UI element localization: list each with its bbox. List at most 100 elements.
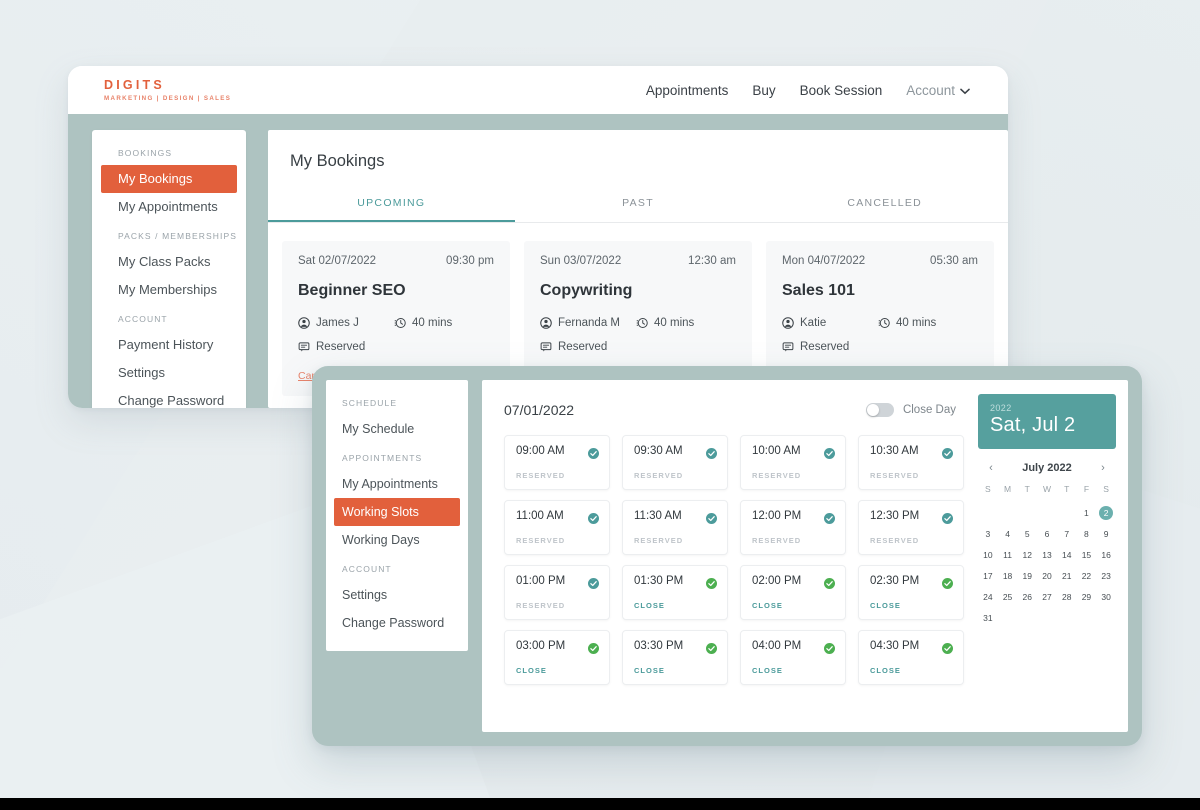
- calendar-day-cell[interactable]: 10: [978, 548, 998, 562]
- time-slot-state: RESERVED: [634, 536, 684, 545]
- time-slot-time: 02:00 PM: [752, 575, 802, 587]
- sidebar-item-change-password[interactable]: Change Password: [326, 609, 468, 637]
- calendar-day-cell[interactable]: 1: [1077, 506, 1097, 520]
- time-slot[interactable]: 09:00 AM RESERVED: [504, 435, 610, 490]
- sidebar-item-my-schedule[interactable]: My Schedule: [326, 415, 468, 443]
- sidebar-item-my-memberships[interactable]: My Memberships: [92, 276, 246, 304]
- time-slot-state[interactable]: CLOSE: [870, 666, 953, 675]
- calendar-day-cell[interactable]: 9: [1096, 527, 1116, 541]
- prev-month-icon[interactable]: ‹: [984, 462, 998, 474]
- calendar-day-cell[interactable]: 2: [1099, 506, 1114, 520]
- time-slot-state[interactable]: CLOSE: [634, 666, 717, 675]
- brand-logo[interactable]: DIGITS MARKETING | DESIGN | SALES: [68, 78, 231, 102]
- time-slot[interactable]: 12:00 PM RESERVED: [740, 500, 846, 555]
- close-day-toggle[interactable]: [865, 403, 894, 417]
- calendar-day-cell[interactable]: 12: [1017, 548, 1037, 562]
- time-slot[interactable]: 11:00 AM RESERVED: [504, 500, 610, 555]
- close-day-control[interactable]: Close Day: [865, 403, 964, 417]
- time-slot-state[interactable]: CLOSE: [634, 601, 717, 610]
- time-slot[interactable]: 03:00 PM CLOSE: [504, 630, 610, 685]
- check-circle-icon: [942, 641, 953, 654]
- time-slot-header: 04:30 PM: [870, 640, 953, 654]
- calendar-day-cell[interactable]: 27: [1037, 590, 1057, 604]
- time-slot[interactable]: 10:30 AM RESERVED: [858, 435, 964, 490]
- calendar-day-cell[interactable]: 20: [1037, 569, 1057, 583]
- sidebar-item-payment-history[interactable]: Payment History: [92, 331, 246, 359]
- time-slot-time: 02:30 PM: [870, 575, 920, 587]
- calendar-day-cell[interactable]: 24: [978, 590, 998, 604]
- nav-item-appointments[interactable]: Appointments: [646, 83, 729, 98]
- booking-duration-value: 40 mins: [654, 317, 695, 329]
- time-slot[interactable]: 04:30 PM CLOSE: [858, 630, 964, 685]
- calendar-day-cell[interactable]: 26: [1017, 590, 1037, 604]
- sidebar-group-label: APPOINTMENTS: [342, 453, 423, 463]
- sidebar-item-my-class-packs[interactable]: My Class Packs: [92, 248, 246, 276]
- calendar-day-cell[interactable]: 13: [1037, 548, 1057, 562]
- booking-person: Katie: [782, 317, 878, 329]
- calendar-day-cell[interactable]: 11: [998, 548, 1018, 562]
- time-slot-state[interactable]: CLOSE: [752, 666, 835, 675]
- sidebar-item-change-password[interactable]: Change Password: [92, 387, 246, 408]
- time-slot[interactable]: 03:30 PM CLOSE: [622, 630, 728, 685]
- calendar-day-cell[interactable]: 6: [1037, 527, 1057, 541]
- calendar-day-cell[interactable]: 31: [978, 611, 998, 625]
- time-slot[interactable]: 01:30 PM CLOSE: [622, 565, 728, 620]
- sidebar-item-working-days[interactable]: Working Days: [326, 526, 468, 554]
- calendar-day-cell[interactable]: 22: [1077, 569, 1097, 583]
- booking-title: Copywriting: [540, 282, 633, 299]
- calendar-day-cell[interactable]: 4: [998, 527, 1018, 541]
- nav-item-book-session[interactable]: Book Session: [800, 83, 883, 98]
- sidebar-item-my-appointments[interactable]: My Appointments: [326, 470, 468, 498]
- time-slot-state: RESERVED: [870, 471, 920, 480]
- sidebar-item-settings[interactable]: Settings: [92, 359, 246, 387]
- sidebar-item-settings[interactable]: Settings: [326, 581, 468, 609]
- calendar-day-cell[interactable]: 21: [1057, 569, 1077, 583]
- time-slot[interactable]: 01:00 PM RESERVED: [504, 565, 610, 620]
- calendar-day-cell[interactable]: 19: [1017, 569, 1037, 583]
- nav-item-buy[interactable]: Buy: [752, 83, 775, 98]
- booking-person: James J: [298, 317, 394, 329]
- calendar-day-cell[interactable]: 15: [1077, 548, 1097, 562]
- calendar-day-cell[interactable]: 29: [1077, 590, 1097, 604]
- calendar-day-cell[interactable]: 8: [1077, 527, 1097, 541]
- calendar-day-cell[interactable]: 30: [1096, 590, 1116, 604]
- check-circle-icon: [588, 511, 599, 524]
- calendar-day-cell[interactable]: 14: [1057, 548, 1077, 562]
- time-slot-header: 09:30 AM: [634, 445, 717, 459]
- person-icon: [540, 317, 552, 329]
- sidebar-item-working-slots[interactable]: Working Slots: [334, 498, 460, 526]
- next-month-icon[interactable]: ›: [1096, 462, 1110, 474]
- calendar-day-cell[interactable]: 23: [1096, 569, 1116, 583]
- calendar-day-cell[interactable]: 25: [998, 590, 1018, 604]
- calendar-day-cell[interactable]: 16: [1096, 548, 1116, 562]
- time-slot[interactable]: 11:30 AM RESERVED: [622, 500, 728, 555]
- tab-upcoming[interactable]: UPCOMING: [268, 197, 515, 222]
- booking-duration-value: 40 mins: [412, 317, 453, 329]
- sidebar-item-my-appointments[interactable]: My Appointments: [92, 193, 246, 221]
- tab-cancelled[interactable]: CANCELLED: [761, 197, 1008, 222]
- calendar-dow-label: M: [1004, 484, 1012, 494]
- calendar-day-cell[interactable]: 5: [1017, 527, 1037, 541]
- booking-duration: 40 mins: [636, 317, 694, 329]
- time-slot[interactable]: 09:30 AM RESERVED: [622, 435, 728, 490]
- calendar-day-cell[interactable]: 17: [978, 569, 998, 583]
- nav-item-account[interactable]: Account: [906, 83, 970, 98]
- time-slot[interactable]: 04:00 PM CLOSE: [740, 630, 846, 685]
- time-slot[interactable]: 10:00 AM RESERVED: [740, 435, 846, 490]
- tab-past[interactable]: PAST: [515, 197, 762, 222]
- time-slot[interactable]: 02:30 PM CLOSE: [858, 565, 964, 620]
- time-slot-time: 10:00 AM: [752, 445, 801, 457]
- slots-header: 07/01/2022 Close Day: [504, 402, 964, 418]
- time-slot[interactable]: 12:30 PM RESERVED: [858, 500, 964, 555]
- calendar-day-cell[interactable]: 7: [1057, 527, 1077, 541]
- time-slot-state[interactable]: CLOSE: [870, 601, 953, 610]
- time-slot-state[interactable]: CLOSE: [516, 666, 599, 675]
- calendar-day-cell[interactable]: 18: [998, 569, 1018, 583]
- calendar-day-cell[interactable]: 3: [978, 527, 998, 541]
- time-slot[interactable]: 02:00 PM CLOSE: [740, 565, 846, 620]
- calendar-day-cell[interactable]: 28: [1057, 590, 1077, 604]
- sidebar-item-my-bookings[interactable]: My Bookings: [101, 165, 237, 193]
- bottom-strip: [0, 798, 1200, 810]
- time-slot-time: 01:30 PM: [634, 575, 684, 587]
- time-slot-state[interactable]: CLOSE: [752, 601, 835, 610]
